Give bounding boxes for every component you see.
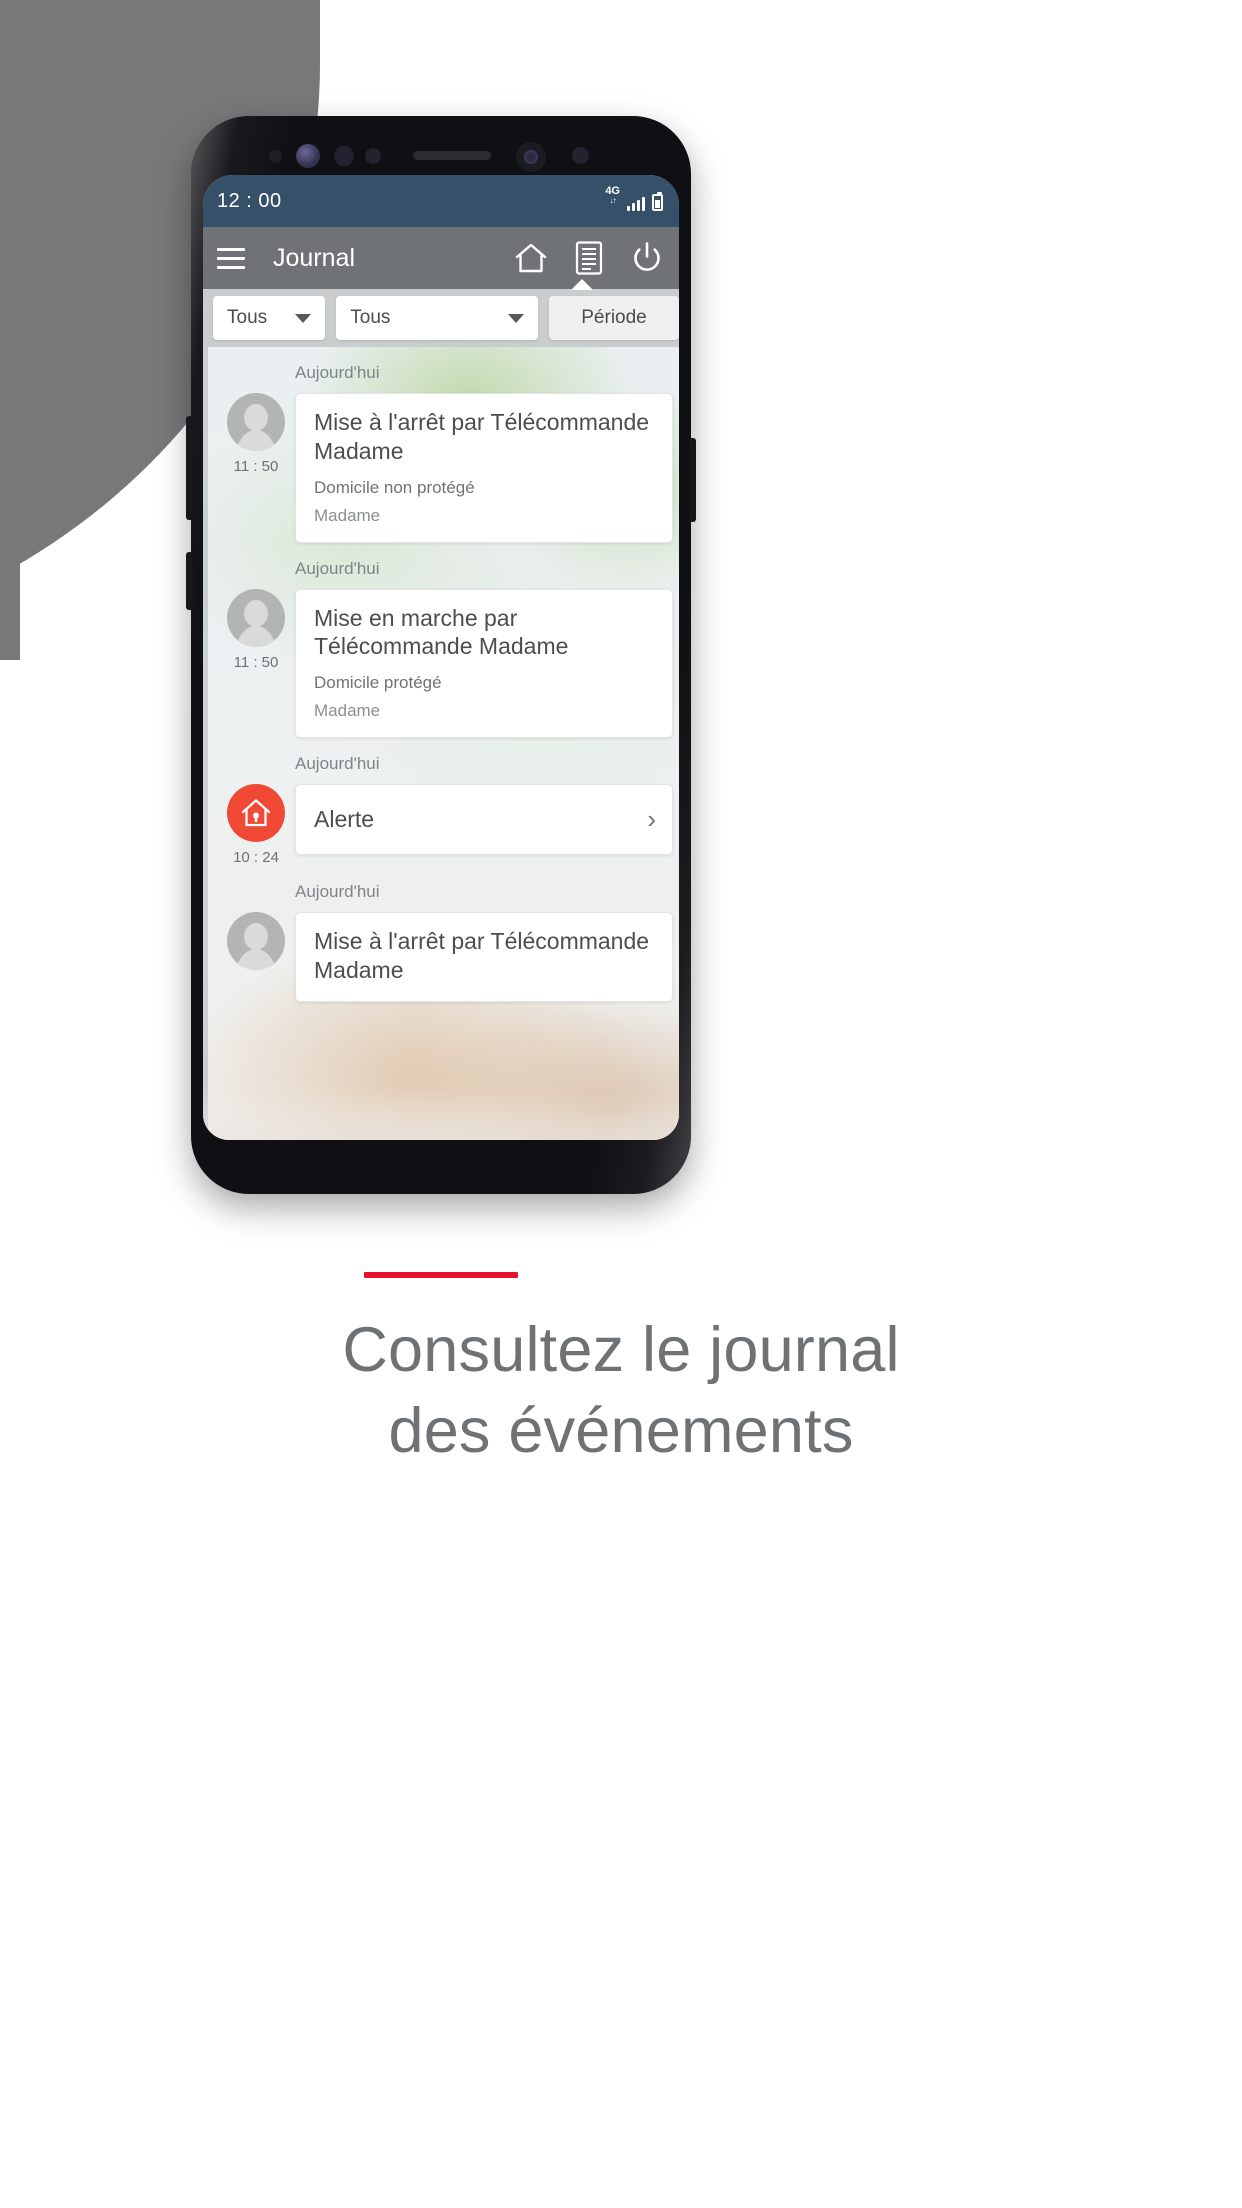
iris-scanner-icon xyxy=(296,144,320,168)
event-detail: Madame xyxy=(314,505,381,525)
power-button-hardware[interactable] xyxy=(689,438,696,522)
event-subtitle: Domicile non protégé xyxy=(314,477,475,497)
proximity-sensor-icon xyxy=(269,150,282,163)
active-tab-indicator xyxy=(571,279,593,290)
period-button[interactable]: Période xyxy=(549,296,679,340)
day-label: Aujourd'hui xyxy=(295,882,380,901)
day-label: Aujourd'hui xyxy=(295,363,380,382)
filter-bar: Tous Tous Période xyxy=(203,289,679,347)
promo-caption-line1: Consultez le journal xyxy=(342,1315,900,1385)
promo-caption-line2: des événements xyxy=(388,1395,854,1466)
assistant-button[interactable] xyxy=(186,552,193,610)
home-alert-icon xyxy=(227,784,285,842)
secondary-sensor-icon xyxy=(572,147,589,164)
event-journal-list[interactable]: Aujourd'hui 11 : 50 Mise à l'arrêt par T… xyxy=(203,347,679,1140)
event-title: Mise à l'arrêt par Télécommande Madame xyxy=(314,928,650,983)
event-title: Mise à l'arrêt par Télécommande Madame xyxy=(314,409,650,464)
volume-button[interactable] xyxy=(186,416,193,520)
list-bottom-fade xyxy=(203,1088,679,1140)
list-item[interactable]: 11 : 50 Mise en marche par Télécommande … xyxy=(203,588,679,738)
hamburger-menu-icon[interactable] xyxy=(217,247,245,269)
status-bar-clock: 12 : 00 xyxy=(217,189,282,212)
day-label: Aujourd'hui xyxy=(295,754,380,773)
event-title: Alerte xyxy=(314,806,375,832)
event-card[interactable]: Mise à l'arrêt par Télécommande Madame xyxy=(295,912,673,1002)
home-icon[interactable] xyxy=(513,240,549,276)
light-sensor-icon xyxy=(334,146,354,166)
event-group: Aujourd'hui 11 : 50 Mise à l'arrêt par T… xyxy=(203,347,679,543)
type-filter-dropdown[interactable]: Tous xyxy=(213,296,326,340)
chevron-down-icon xyxy=(295,313,312,323)
journal-icon[interactable] xyxy=(571,240,607,276)
status-bar: 12 : 00 4G ↓↑ xyxy=(203,175,679,227)
type-filter-value: Tous xyxy=(227,307,268,328)
chevron-down-icon xyxy=(508,313,524,323)
page-title: Journal xyxy=(273,243,355,272)
event-group: Aujourd'hui 10 : 24 Alerte › xyxy=(203,738,679,866)
event-card[interactable]: Alerte › xyxy=(295,784,673,855)
data-arrows-icon: ↓↑ xyxy=(609,195,617,205)
user-avatar-icon xyxy=(227,588,285,647)
battery-icon xyxy=(652,191,663,211)
event-group: Aujourd'hui Mise à l'arrêt par Télécomma… xyxy=(203,866,679,1002)
event-time: 11 : 50 xyxy=(233,458,279,475)
ir-sensor-icon xyxy=(365,148,381,164)
event-subtitle: Domicile protégé xyxy=(314,673,442,692)
promo-screenshot: 12 : 00 4G ↓↑ Journal Tous Tous Période … xyxy=(0,0,1242,2208)
device-filter-value: Tous xyxy=(350,307,391,328)
app-toolbar: Journal xyxy=(203,227,679,290)
scroll-rail[interactable] xyxy=(203,347,208,1140)
power-icon[interactable] xyxy=(629,240,665,276)
front-camera-icon xyxy=(524,150,538,164)
event-meta: 11 : 50 xyxy=(217,393,295,475)
event-card[interactable]: Mise en marche par Télécommande Madame D… xyxy=(295,588,673,738)
event-time: 10 : 24 xyxy=(233,849,279,866)
list-item[interactable]: 10 : 24 Alerte › xyxy=(203,784,679,866)
event-detail: Madame xyxy=(314,701,381,720)
phone-screen: 12 : 00 4G ↓↑ Journal Tous Tous Période … xyxy=(203,175,679,1140)
promo-caption: Consultez le journal des événements xyxy=(0,1310,1242,1471)
earpiece-speaker xyxy=(413,151,491,160)
user-avatar-icon xyxy=(227,912,285,970)
accent-divider xyxy=(364,1272,518,1278)
user-avatar-icon xyxy=(227,393,285,451)
event-group: Aujourd'hui 11 : 50 Mise en marche par T… xyxy=(203,543,679,738)
device-filter-dropdown[interactable]: Tous xyxy=(336,296,538,340)
network-type-icon: 4G ↓↑ xyxy=(605,184,620,205)
event-title: Mise en marche par Télécommande Madame xyxy=(314,604,569,660)
event-meta: 10 : 24 xyxy=(217,784,295,866)
phone-sensor-cluster xyxy=(191,140,691,180)
event-meta xyxy=(217,912,295,977)
list-item[interactable]: Mise à l'arrêt par Télécommande Madame xyxy=(203,912,679,1002)
event-meta: 11 : 50 xyxy=(217,588,295,671)
status-bar-icons: 4G ↓↑ xyxy=(605,185,663,211)
toolbar-actions xyxy=(513,240,665,276)
event-time: 11 : 50 xyxy=(233,653,279,671)
event-card[interactable]: Mise à l'arrêt par Télécommande Madame D… xyxy=(295,393,673,543)
network-type-label: 4G xyxy=(605,184,620,197)
list-item[interactable]: 11 : 50 Mise à l'arrêt par Télécommande … xyxy=(203,393,679,543)
day-label: Aujourd'hui xyxy=(295,558,380,578)
chevron-right-icon: › xyxy=(647,804,656,835)
signal-bars-icon xyxy=(627,195,645,211)
